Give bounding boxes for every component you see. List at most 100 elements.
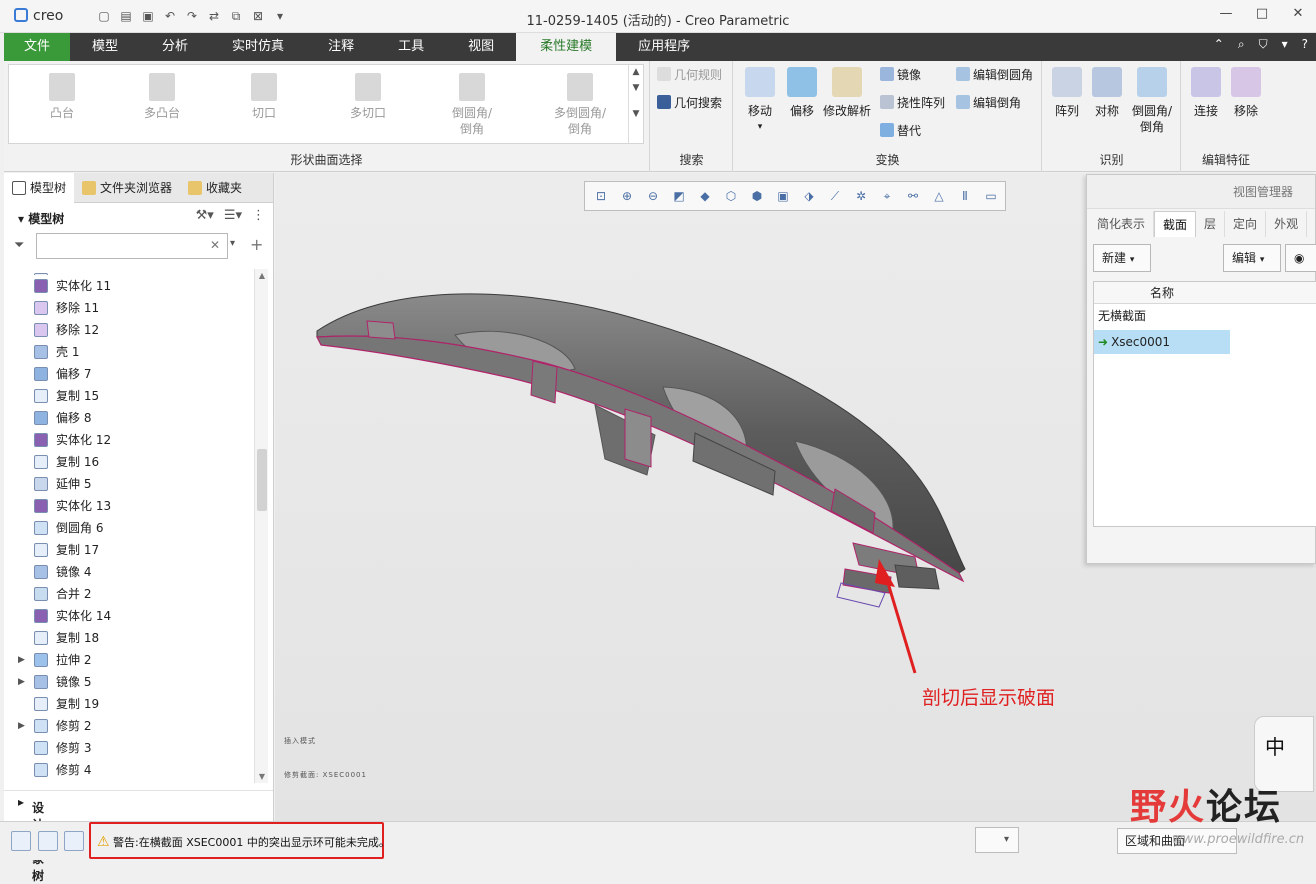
tab-sections[interactable]: 截面: [1154, 211, 1197, 237]
modify-analytic-button[interactable]: 修改解析: [820, 67, 874, 119]
tab-applications[interactable]: 应用程序: [616, 33, 712, 61]
tab-layers[interactable]: 层: [1196, 211, 1226, 237]
tree-item[interactable]: 镜像 4: [4, 561, 254, 583]
tree-item[interactable]: ▶ 修剪 2: [4, 715, 254, 737]
tree-item[interactable]: 合并 2: [4, 583, 254, 605]
tab-orient[interactable]: 定向: [1225, 211, 1267, 237]
tab-view[interactable]: 视图: [446, 33, 516, 61]
edit-section-button[interactable]: 编辑 ▾: [1223, 244, 1281, 272]
tree-item[interactable]: 偏移 7: [4, 363, 254, 385]
tree-item[interactable]: 复制 16: [4, 451, 254, 473]
redo-icon[interactable]: ↷: [184, 9, 200, 24]
tree-search-input[interactable]: [36, 233, 228, 259]
tab-simulation[interactable]: 实时仿真: [210, 33, 306, 61]
selection-mode-dropdown[interactable]: ▾: [975, 827, 1019, 853]
multi-boss-button[interactable]: 多凸台: [117, 73, 207, 121]
tree-scrollbar[interactable]: ▲ ▼: [254, 269, 268, 783]
new-file-icon[interactable]: ▢: [96, 9, 112, 24]
display-button[interactable]: ◉: [1285, 244, 1316, 272]
search-dropdown-icon[interactable]: ▾: [230, 238, 235, 249]
tab-annotate[interactable]: 注释: [306, 33, 376, 61]
navigator-toggle-icon[interactable]: [11, 831, 31, 851]
add-icon[interactable]: +: [250, 235, 263, 254]
edit-round-button[interactable]: 编辑倒圆角: [956, 67, 1033, 83]
tree-item[interactable]: 偏移 8: [4, 407, 254, 429]
substitute-button[interactable]: 替代: [880, 123, 921, 139]
close-window-icon[interactable]: ⊠: [250, 9, 266, 24]
tab-analysis[interactable]: 分析: [140, 33, 210, 61]
scrollbar-thumb[interactable]: [257, 449, 267, 511]
new-section-button[interactable]: 新建 ▾: [1093, 244, 1151, 272]
search-icon[interactable]: ⌕: [1238, 37, 1245, 52]
expand-arrow-icon[interactable]: ▶: [18, 715, 25, 737]
save-icon[interactable]: ▣: [140, 9, 156, 24]
cut-button[interactable]: 切口: [219, 73, 309, 121]
remove-button[interactable]: 移除: [1226, 67, 1266, 119]
tab-appearance[interactable]: 外观: [1266, 211, 1308, 237]
pattern-recognize-button[interactable]: 阵列: [1047, 67, 1087, 119]
tab-simplified-rep[interactable]: 简化表示: [1089, 211, 1155, 237]
tree-item[interactable]: 修剪 3: [4, 737, 254, 759]
flex-pattern-button[interactable]: 挠性阵列: [880, 95, 945, 111]
tab-favorites[interactable]: 收藏夹: [180, 173, 250, 203]
tab-tools[interactable]: 工具: [376, 33, 446, 61]
gallery-scroll[interactable]: ▲ ▼ ▼: [628, 65, 643, 143]
multi-round-chamfer-button[interactable]: 多倒圆角/ 倒角: [535, 73, 625, 137]
tree-filter-icon[interactable]: ⋮: [252, 208, 265, 223]
tree-item[interactable]: 壳 1: [4, 341, 254, 363]
tree-item[interactable]: 移除 11: [4, 297, 254, 319]
tab-model-tree[interactable]: 模型树: [4, 173, 75, 203]
move-button[interactable]: 移动 ▾: [740, 67, 780, 135]
multi-cut-button[interactable]: 多切口: [323, 73, 413, 121]
tree-item[interactable]: 移除 12: [4, 319, 254, 341]
edit-chamfer-button[interactable]: 编辑倒角: [956, 95, 1021, 111]
model-tree-title[interactable]: ▾ 模型树: [18, 210, 64, 227]
symmetry-button[interactable]: 对称: [1087, 67, 1127, 119]
tree-item[interactable]: 复制 17: [4, 539, 254, 561]
recognize-round-chamfer-button[interactable]: 倒圆角/ 倒角: [1127, 67, 1177, 135]
regenerate-icon[interactable]: ⇄: [206, 9, 222, 24]
tree-columns-icon[interactable]: ☰▾: [224, 208, 242, 223]
graduate-cap-icon[interactable]: ⛉: [1259, 37, 1268, 52]
geometry-rules-button[interactable]: 几何规则: [657, 67, 722, 83]
tree-item[interactable]: 复制 15: [4, 385, 254, 407]
scroll-up-icon[interactable]: ▲: [255, 271, 269, 280]
undo-icon[interactable]: ↶: [162, 9, 178, 24]
customize-qat-icon[interactable]: ▾: [272, 9, 288, 24]
scroll-down-icon[interactable]: ▼: [255, 772, 269, 781]
tree-item[interactable]: 实体化 13: [4, 495, 254, 517]
close-icon[interactable]: ✕: [1290, 6, 1306, 24]
tab-flexible-modeling[interactable]: 柔性建模: [516, 33, 617, 61]
mirror-button[interactable]: 镜像: [880, 67, 921, 83]
tree-item[interactable]: ▶ 拉伸 2: [4, 649, 254, 671]
tree-settings-icon[interactable]: ⚒▾: [196, 208, 214, 223]
expand-arrow-icon[interactable]: ▶: [18, 649, 25, 671]
tree-item[interactable]: 延伸 5: [4, 473, 254, 495]
tree-item[interactable]: 倒圆角 6: [4, 517, 254, 539]
section-row-xsec0001[interactable]: ➜ Xsec0001: [1094, 330, 1230, 354]
fullscreen-icon[interactable]: [64, 831, 84, 851]
tree-item[interactable]: 实体化 12: [4, 429, 254, 451]
expand-arrow-icon[interactable]: ▶: [18, 671, 25, 693]
tree-item[interactable]: 修剪 4: [4, 759, 254, 781]
collapse-ribbon-icon[interactable]: ⌃: [1214, 37, 1224, 52]
geometry-search-button[interactable]: 几何搜索: [657, 95, 722, 111]
design-tree-header[interactable]: ▸ 设计对象树: [4, 790, 273, 883]
filter-funnel-icon[interactable]: ⏷: [14, 238, 24, 253]
attach-button[interactable]: 连接: [1186, 67, 1226, 119]
browser-toggle-icon[interactable]: [38, 831, 58, 851]
open-folder-icon[interactable]: ▤: [118, 9, 134, 24]
section-row-none[interactable]: 无横截面: [1094, 304, 1316, 328]
tree-item[interactable]: 复制 19: [4, 693, 254, 715]
maximize-icon[interactable]: □: [1254, 6, 1270, 24]
boss-button[interactable]: 凸台: [17, 73, 107, 121]
clear-search-icon[interactable]: ✕: [210, 238, 220, 252]
tree-item[interactable]: 实体化 14: [4, 605, 254, 627]
tab-file[interactable]: 文件: [4, 33, 71, 61]
round-chamfer-button[interactable]: 倒圆角/ 倒角: [427, 73, 517, 137]
dropdown-icon[interactable]: ▾: [1282, 37, 1288, 52]
tab-model[interactable]: 模型: [70, 33, 140, 61]
tree-item[interactable]: 复制 18: [4, 627, 254, 649]
tree-item[interactable]: ▶ 镜像 5: [4, 671, 254, 693]
tab-folder-browser[interactable]: 文件夹浏览器: [74, 173, 180, 203]
